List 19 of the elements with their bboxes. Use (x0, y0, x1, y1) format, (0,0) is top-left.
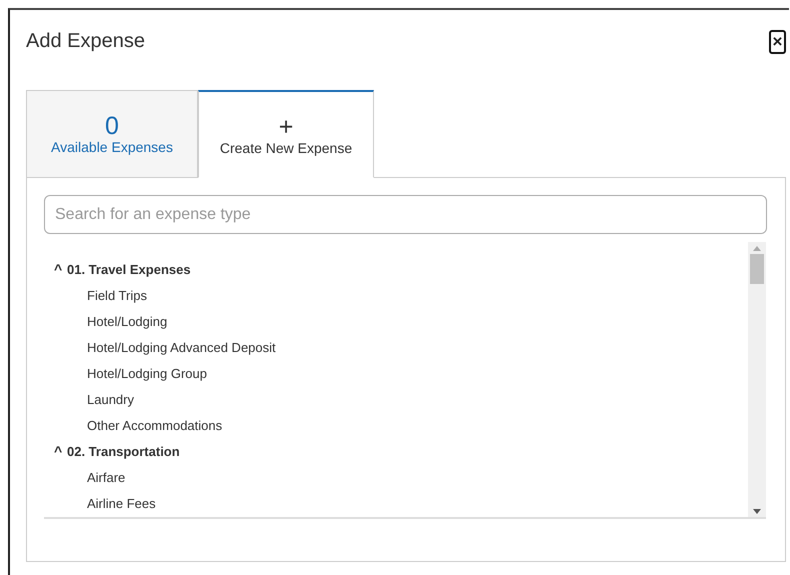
scroll-up-icon[interactable] (753, 246, 761, 251)
expense-type-item[interactable]: Hotel/Lodging Group (54, 360, 748, 386)
close-button[interactable]: × (769, 30, 786, 54)
scrollbar[interactable] (748, 242, 766, 517)
expense-type-item[interactable]: Hotel/Lodging Advanced Deposit (54, 334, 748, 360)
scrollbar-thumb[interactable] (750, 254, 764, 284)
expense-type-item[interactable]: Airline Fees (54, 490, 748, 516)
dialog-title: Add Expense (26, 30, 145, 53)
expense-type-item[interactable]: Field Trips (54, 282, 748, 308)
tab[interactable]: 0 Available Expenses (26, 90, 198, 178)
category-header[interactable]: ^ 01. Travel Expenses (54, 256, 748, 282)
category-header[interactable]: ^ 02. Transportation (54, 438, 748, 464)
expense-type-item[interactable]: Airfare (54, 464, 748, 490)
search-field[interactable]: Search for an expense type (44, 195, 767, 234)
expense-type-item[interactable]: Laundry (54, 386, 748, 412)
scroll-down-icon[interactable] (753, 509, 761, 514)
tab[interactable]: + Create New Expense (198, 90, 374, 178)
expense-type-item[interactable]: Hotel/Lodging (54, 308, 748, 334)
expense-type-item[interactable]: Other Accommodations (54, 412, 748, 438)
